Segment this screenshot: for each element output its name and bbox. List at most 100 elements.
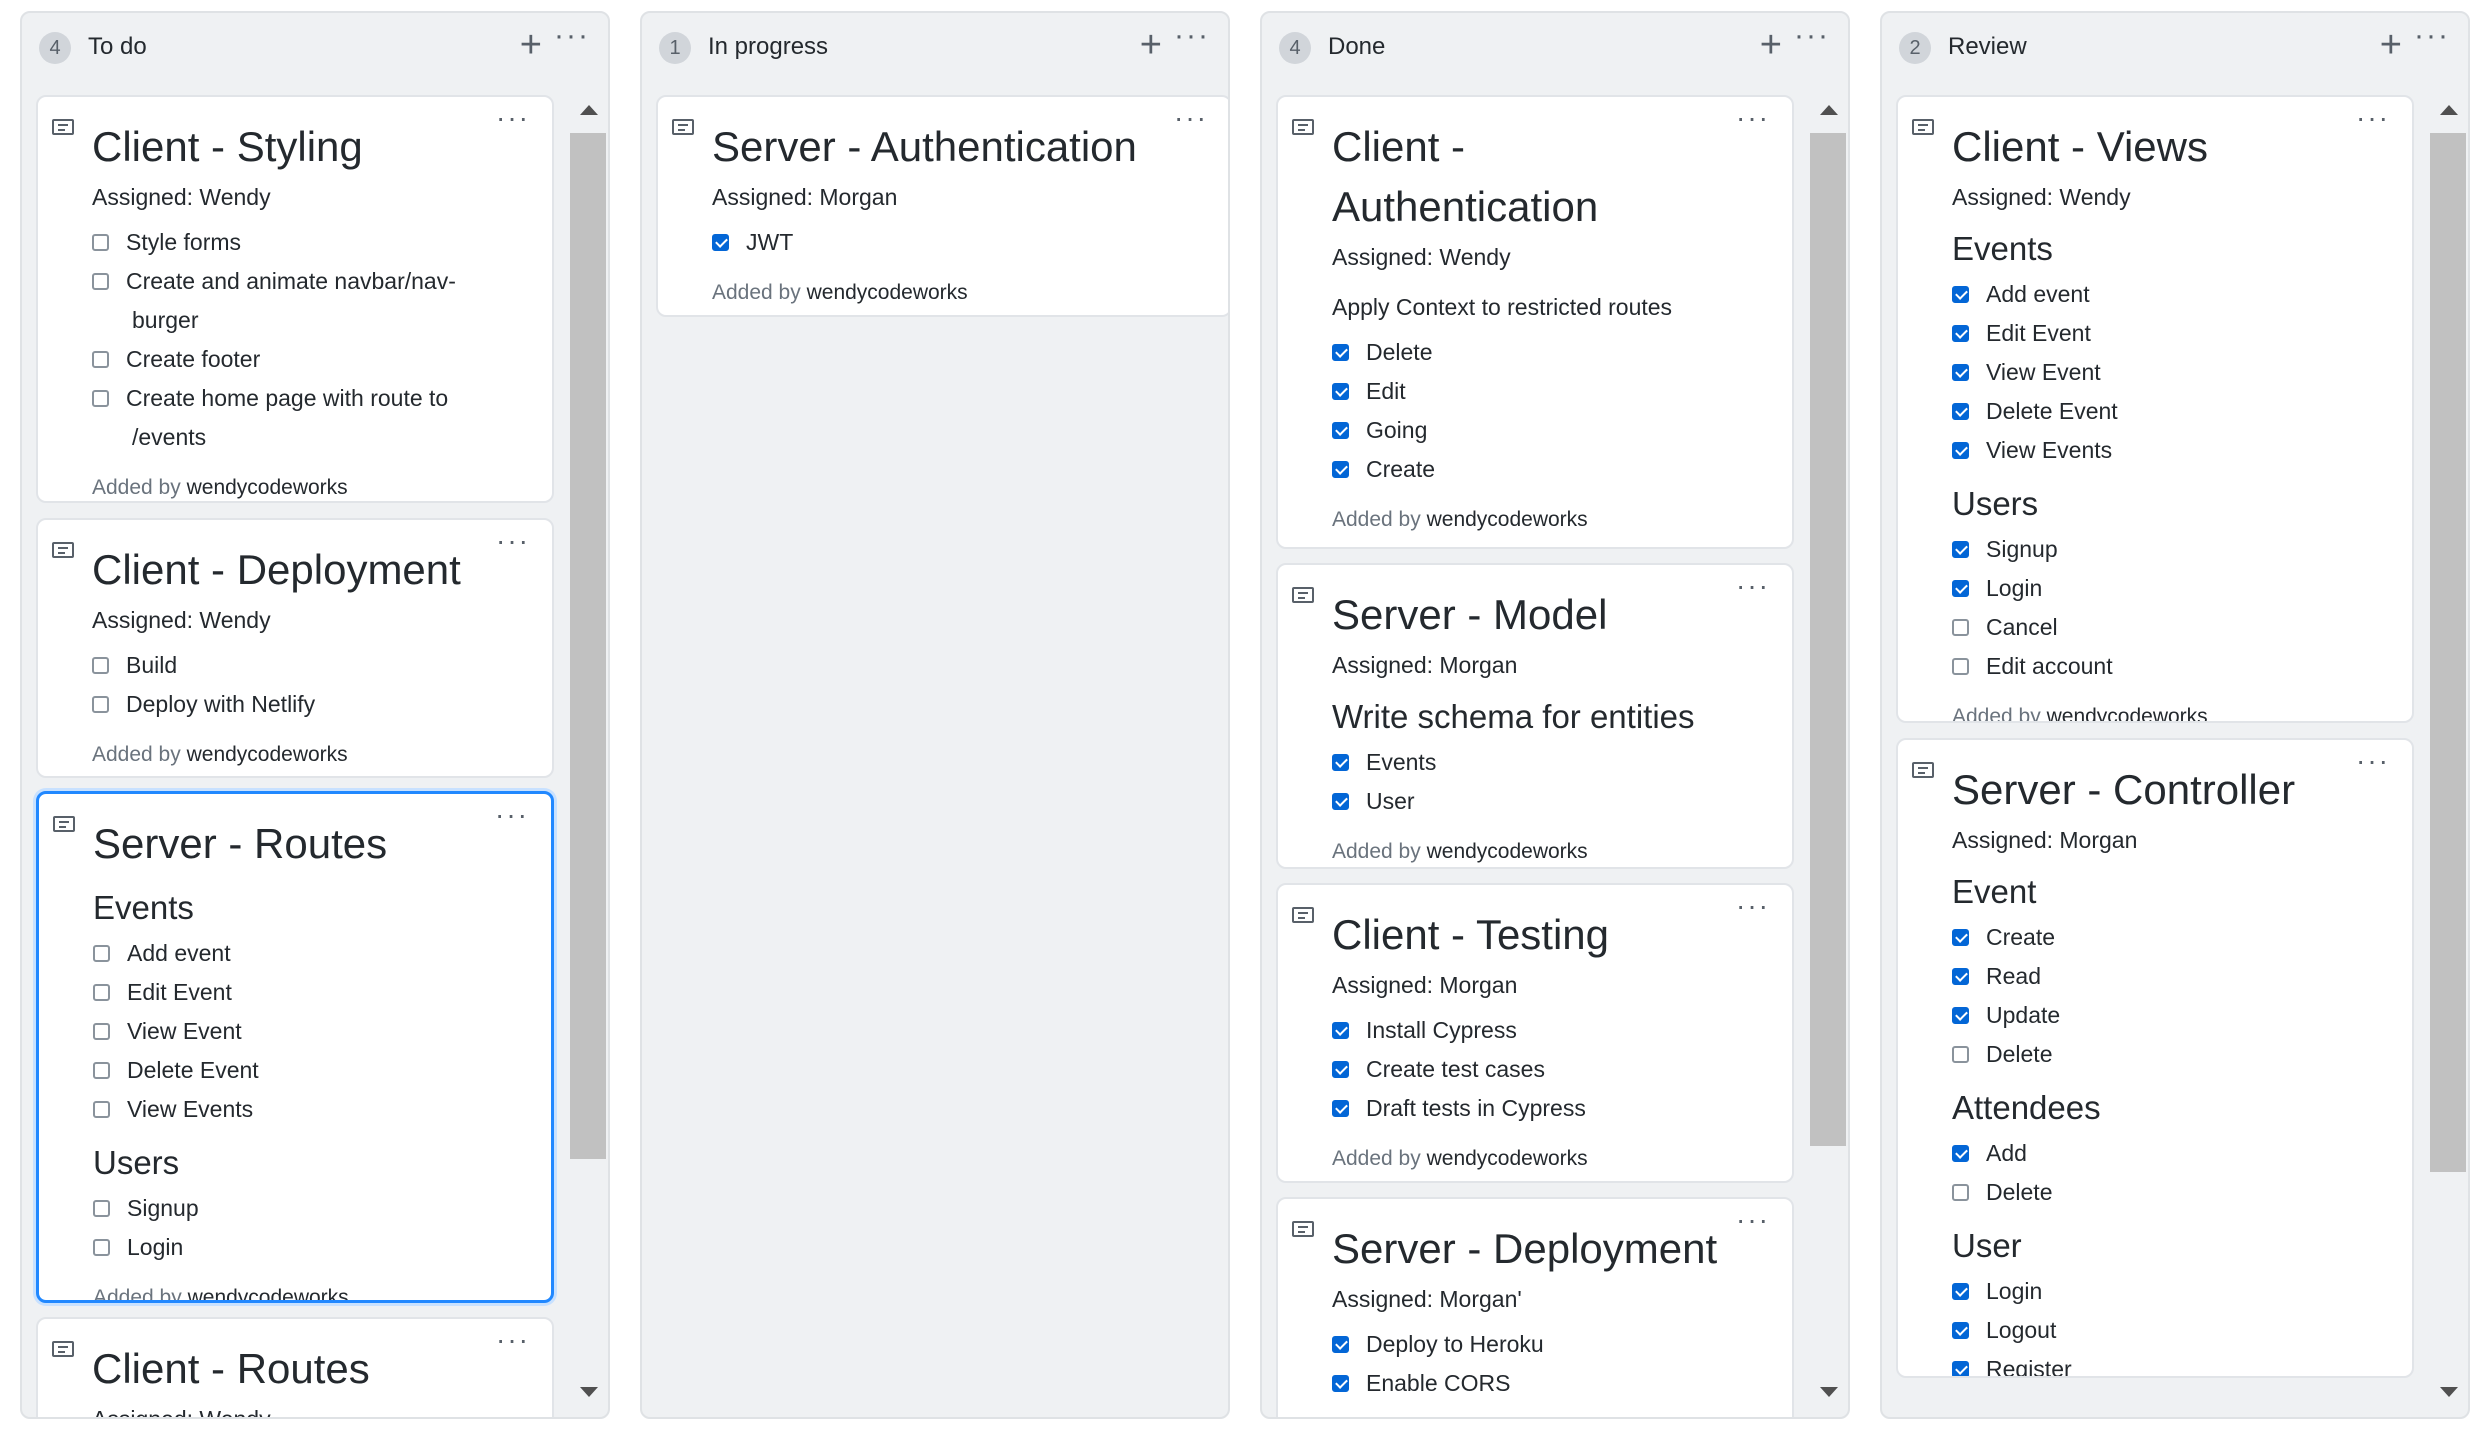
project-card[interactable]: ··· Client - Views Assigned: Wendy Events Ad… <box>1896 95 2414 723</box>
column-menu-icon[interactable]: ··· <box>554 21 590 51</box>
added-by-user-link[interactable]: wendycodeworks <box>2047 705 2208 721</box>
task-label: Build <box>126 652 178 678</box>
task-checkbox[interactable] <box>1332 1100 1349 1117</box>
project-card[interactable]: ··· Client - Testing Assigned: Morgan Insta… <box>1276 883 1794 1183</box>
task-checkbox[interactable] <box>1952 325 1969 342</box>
task-checkbox[interactable] <box>1332 1022 1349 1039</box>
task-checkbox[interactable] <box>1952 1046 1969 1063</box>
project-card[interactable]: ··· Client - Styling Assigned: Wendy Style … <box>36 95 554 503</box>
task-checkbox[interactable] <box>1952 1283 1969 1300</box>
scroll-down-arrow-icon[interactable] <box>1820 1387 1838 1397</box>
column-scrollbar[interactable] <box>1810 93 1846 1411</box>
task-checkbox[interactable] <box>92 696 109 713</box>
task-checkbox[interactable] <box>1952 968 1969 985</box>
add-card-icon[interactable]: + <box>1760 25 1782 65</box>
task-checkbox[interactable] <box>1952 1361 1969 1376</box>
added-by-user-link[interactable]: wendycodeworks <box>187 476 348 499</box>
project-card[interactable]: ··· Client - Authentication Assigned: Wendy… <box>1276 95 1794 549</box>
task-checkbox[interactable] <box>1332 1375 1349 1392</box>
task-label: JWT <box>746 229 794 255</box>
task-checkbox[interactable] <box>1952 1322 1969 1339</box>
scroll-down-arrow-icon[interactable] <box>2440 1387 2458 1397</box>
added-by-user-link[interactable]: wendycodeworks <box>187 743 348 766</box>
add-card-icon[interactable]: + <box>520 25 542 65</box>
column-menu-icon[interactable]: ··· <box>1174 21 1210 51</box>
task-checkbox[interactable] <box>92 351 109 368</box>
project-card[interactable]: ··· Client - Deployment Assigned: Wendy Bui… <box>36 518 554 778</box>
task-item: Draft tests in Cypress <box>1332 1089 1752 1128</box>
task-checkbox[interactable] <box>1952 580 1969 597</box>
task-label: Create <box>1986 924 2056 950</box>
added-by-user-link[interactable]: wendycodeworks <box>1427 1147 1588 1170</box>
task-checkbox[interactable] <box>1952 619 1969 636</box>
project-card[interactable]: ··· Server - Routes Events Add event Edit Ev… <box>36 791 554 1303</box>
task-item: Edit Event <box>1952 314 2372 353</box>
task-checkbox[interactable] <box>1952 1145 1969 1162</box>
column-scrollbar[interactable] <box>2430 93 2466 1411</box>
column-menu-icon[interactable]: ··· <box>1794 21 1830 51</box>
task-item: Edit account <box>1952 647 2372 686</box>
scroll-up-arrow-icon[interactable] <box>1820 105 1838 115</box>
task-checkbox[interactable] <box>93 1101 110 1118</box>
project-card[interactable]: ··· Server - Authentication Assigned: Morg… <box>656 95 1228 317</box>
project-card[interactable]: ··· Client - Routes Assigned: Wendy <box>36 1317 554 1417</box>
project-card[interactable]: ··· Server - Model Assigned: Morgan Write s… <box>1276 563 1794 869</box>
task-label: Login <box>1986 1278 2043 1304</box>
task-checkbox[interactable] <box>1332 754 1349 771</box>
task-label: Delete <box>1366 339 1433 365</box>
card-title: Client - <box>1332 123 1466 170</box>
task-checkbox[interactable] <box>1332 1336 1349 1353</box>
scrollbar-thumb[interactable] <box>570 133 606 1159</box>
task-checkbox[interactable] <box>1332 422 1349 439</box>
task-checkbox[interactable] <box>1332 344 1349 361</box>
task-checkbox[interactable] <box>1952 929 1969 946</box>
card-body: Client - Styling Assigned: Wendy Style for… <box>92 117 512 501</box>
scroll-down-arrow-icon[interactable] <box>580 1387 598 1397</box>
task-checkbox[interactable] <box>1952 658 1969 675</box>
task-checkbox[interactable] <box>93 1200 110 1217</box>
added-by-user-link[interactable]: wendycodeworks <box>1427 840 1588 863</box>
task-checkbox[interactable] <box>1952 286 1969 303</box>
task-checkbox[interactable] <box>1952 364 1969 381</box>
project-card[interactable]: ··· Server - Deployment Assigned: Morgan' D… <box>1276 1197 1794 1417</box>
task-item: Enable CORS <box>1332 1364 1752 1403</box>
column-scrollbar[interactable] <box>570 93 606 1411</box>
project-card[interactable]: ··· Server - Controller Assigned: Morgan Ev… <box>1896 738 2414 1378</box>
scrollbar-thumb[interactable] <box>1810 133 1846 1146</box>
card-title: Server - Controller <box>1952 766 2296 813</box>
add-card-icon[interactable]: + <box>1140 25 1162 65</box>
task-checkbox[interactable] <box>1952 403 1969 420</box>
task-checkbox[interactable] <box>92 657 109 674</box>
task-checkbox[interactable] <box>1332 1061 1349 1078</box>
task-checkbox[interactable] <box>93 984 110 1001</box>
task-checkbox[interactable] <box>1332 461 1349 478</box>
task-checkbox[interactable] <box>93 1062 110 1079</box>
task-checkbox[interactable] <box>93 1239 110 1256</box>
task-checkbox[interactable] <box>1952 442 1969 459</box>
added-by-user-link[interactable]: wendycodeworks <box>807 281 968 304</box>
task-checkbox[interactable] <box>1952 1184 1969 1201</box>
task-item: Add event <box>1952 275 2372 314</box>
added-by-user-link[interactable]: wendycodeworks <box>188 1286 349 1300</box>
task-checkbox[interactable] <box>92 273 109 290</box>
task-checkbox[interactable] <box>1952 1007 1969 1024</box>
task-checkbox[interactable] <box>92 234 109 251</box>
added-by: Added by wendycodeworks <box>712 276 1190 310</box>
scroll-up-arrow-icon[interactable] <box>2440 105 2458 115</box>
task-checkbox[interactable] <box>1952 541 1969 558</box>
task-checkbox[interactable] <box>93 945 110 962</box>
task-checkbox[interactable] <box>712 234 729 251</box>
added-by-prefix: Added by <box>92 743 181 766</box>
column-menu-icon[interactable]: ··· <box>2414 21 2450 51</box>
assigned-text: Assigned: Morgan <box>1332 972 1518 998</box>
task-checkbox[interactable] <box>1332 793 1349 810</box>
task-checkbox[interactable] <box>1332 383 1349 400</box>
task-checkbox[interactable] <box>93 1023 110 1040</box>
task-checkbox[interactable] <box>92 390 109 407</box>
added-by-user-link[interactable]: wendycodeworks <box>1427 508 1588 531</box>
task-label: Deploy to Heroku <box>1366 1331 1544 1357</box>
task-label: Install Cypress <box>1366 1017 1517 1043</box>
scrollbar-thumb[interactable] <box>2430 133 2466 1173</box>
scroll-up-arrow-icon[interactable] <box>580 105 598 115</box>
add-card-icon[interactable]: + <box>2380 25 2402 65</box>
